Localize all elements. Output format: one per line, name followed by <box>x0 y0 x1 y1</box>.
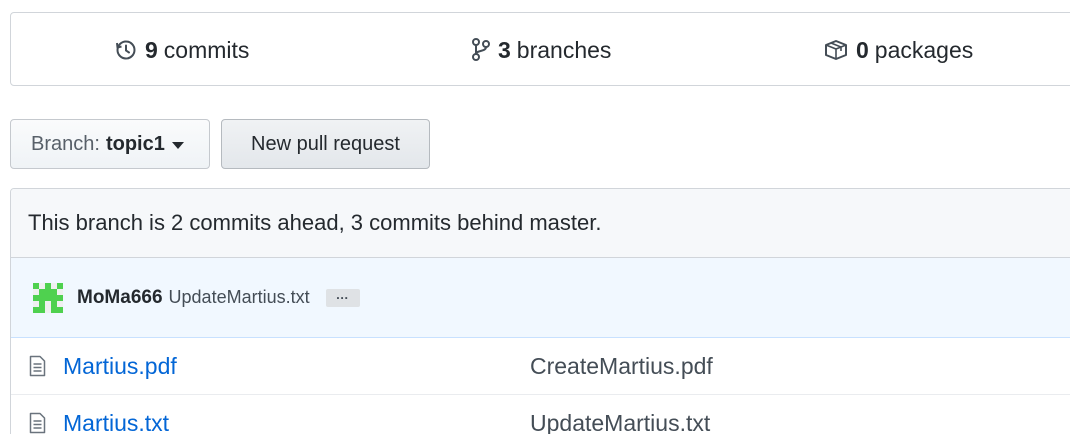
file-icon <box>29 412 46 434</box>
file-row: Martius.txt UpdateMartius.txt <box>11 395 1070 434</box>
commits-link[interactable]: 9 commits <box>115 13 249 87</box>
commit-message-link[interactable]: UpdateMartius.txt <box>169 287 310 308</box>
file-icon <box>29 355 46 377</box>
branch-select-name: topic1 <box>105 132 165 155</box>
package-icon <box>825 40 847 60</box>
branches-link[interactable]: 3 branches <box>472 13 611 87</box>
file-row: Martius.pdf CreateMartius.pdf <box>11 338 1070 395</box>
numbers-summary: 9 commits 3 branches 0 packages <box>10 12 1070 86</box>
branches-count: 3 <box>498 36 511 63</box>
avatar[interactable] <box>33 282 63 313</box>
new-pull-request-button[interactable]: New pull request <box>221 119 430 169</box>
file-commit-message-link[interactable]: UpdateMartius.txt <box>530 410 710 434</box>
file-name-link[interactable]: Martius.pdf <box>63 353 177 380</box>
packages-link[interactable]: 0 packages <box>824 13 973 87</box>
branches-label: branches <box>516 36 612 63</box>
file-browser: This branch is 2 commits ahead, 3 commit… <box>10 188 1070 434</box>
commit-ellipsis-button[interactable]: … <box>325 288 360 307</box>
commits-label: commits <box>163 36 250 63</box>
branch-select-button[interactable]: Branch: topic1 <box>10 119 210 169</box>
git-branch-icon <box>472 38 490 61</box>
branch-select-prefix: Branch: <box>31 132 100 155</box>
commits-count: 9 <box>145 36 158 63</box>
history-icon <box>116 40 136 60</box>
packages-label: packages <box>874 36 974 63</box>
packages-count: 0 <box>856 36 869 63</box>
branch-status-info: This branch is 2 commits ahead, 3 commit… <box>11 189 1070 258</box>
commit-author-link[interactable]: MoMa666 <box>77 287 163 309</box>
repository-page: 9 commits 3 branches 0 packages Branch: <box>0 0 1070 434</box>
caret-down-icon <box>171 141 184 149</box>
latest-commit-bar: MoMa666 UpdateMartius.txt … <box>11 258 1070 338</box>
file-name-link[interactable]: Martius.txt <box>63 410 169 434</box>
file-commit-message-link[interactable]: CreateMartius.pdf <box>530 353 713 380</box>
